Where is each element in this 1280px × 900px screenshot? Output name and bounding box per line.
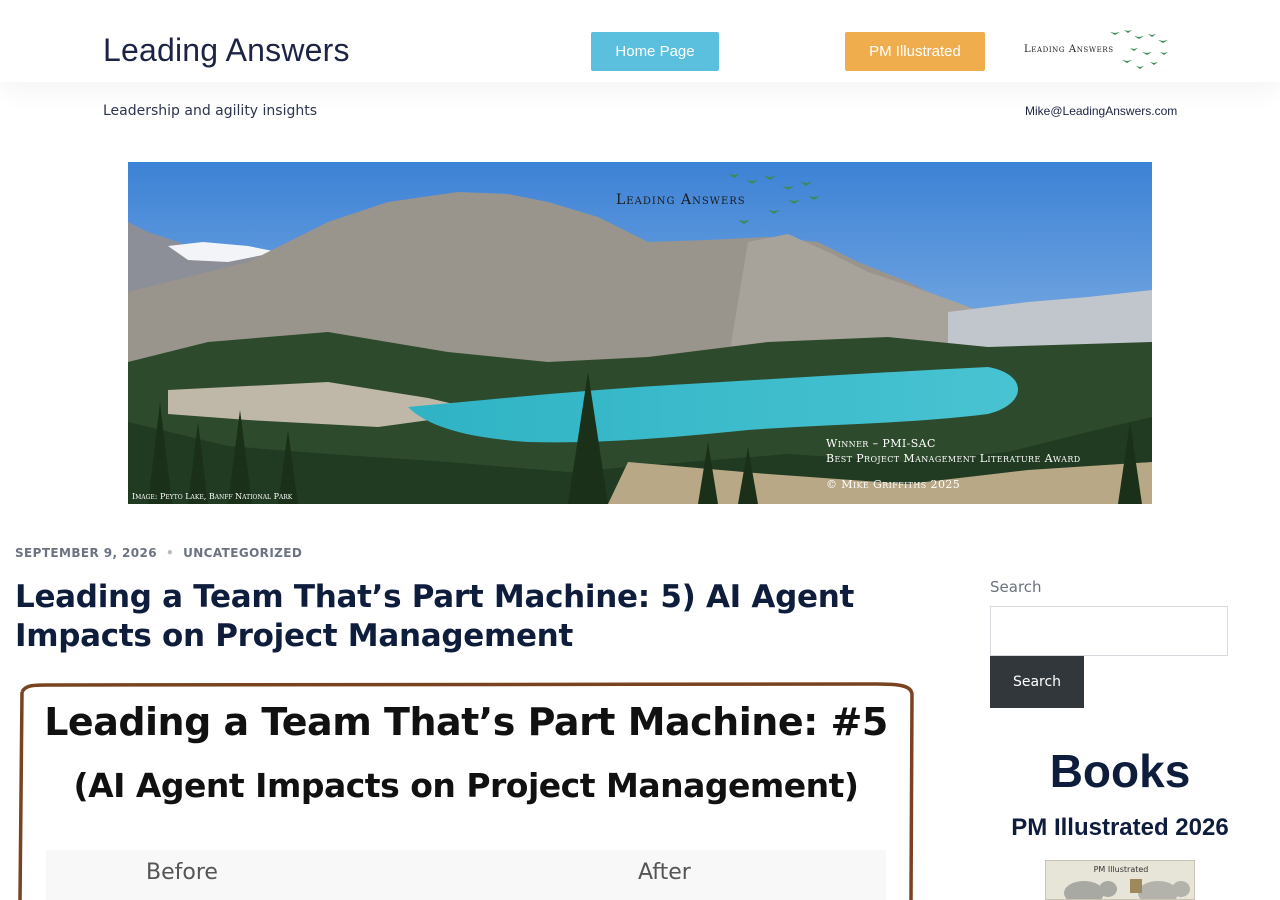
post-meta: September 9, 2026 • Uncategorized bbox=[15, 546, 302, 560]
site-title-link[interactable]: Leading Answers bbox=[103, 32, 350, 69]
site-tagline: Leadership and agility insights bbox=[103, 103, 318, 119]
featured-image-title-line-2: (AI Agent Impacts on Project Management) bbox=[73, 766, 859, 805]
birds-icon bbox=[1110, 30, 1168, 69]
award-line-2: Best Project Management Literature Award bbox=[826, 452, 1081, 465]
book-cover-title: PM Illustrated bbox=[1093, 865, 1149, 874]
book-cover-image[interactable]: PM Illustrated bbox=[1045, 860, 1195, 900]
logo-text: Leading Answers bbox=[1024, 44, 1114, 55]
post-title[interactable]: Leading a Team That’s Part Machine: 5) A… bbox=[15, 578, 945, 656]
search-input[interactable] bbox=[990, 606, 1228, 656]
post-category-link[interactable]: Uncategorized bbox=[183, 546, 302, 560]
book-title-heading: PM Illustrated 2026 bbox=[1011, 814, 1229, 841]
leading-answers-logo[interactable]: Leading Answers bbox=[1022, 26, 1172, 76]
home-page-button[interactable]: Home Page bbox=[591, 32, 719, 71]
search-button[interactable]: Search bbox=[990, 656, 1084, 708]
featured-image-before-label: Before bbox=[146, 860, 218, 885]
header-banner-image: Leading Answers Winner – PMI-SAC Best Pr… bbox=[128, 162, 1152, 504]
search-label: Search bbox=[990, 578, 1042, 596]
pm-illustrated-button[interactable]: PM Illustrated bbox=[845, 32, 985, 71]
books-heading: Books bbox=[1049, 745, 1191, 797]
site-header: Leading Answers Home Page PM Illustrated… bbox=[0, 0, 1280, 82]
featured-image-after-label: After bbox=[638, 860, 691, 885]
banner-copyright: © Mike Griffiths 2025 bbox=[826, 478, 961, 491]
elephant-illustration-icon bbox=[1064, 879, 1190, 899]
post-date-link[interactable]: September 9, 2026 bbox=[15, 546, 157, 560]
meta-separator: • bbox=[166, 546, 175, 560]
post-featured-image[interactable]: Leading a Team That’s Part Machine: #5 (… bbox=[16, 680, 916, 900]
banner-logo-text: Leading Answers bbox=[616, 192, 746, 208]
banner-image-caption: Image: Peyto Lake, Banff National Park bbox=[132, 492, 293, 501]
award-line-1: Winner – PMI-SAC bbox=[826, 437, 936, 450]
featured-image-title-line-1: Leading a Team That’s Part Machine: #5 bbox=[44, 700, 888, 744]
email-link[interactable]: Mike@LeadingAnswers.com bbox=[1025, 104, 1177, 118]
